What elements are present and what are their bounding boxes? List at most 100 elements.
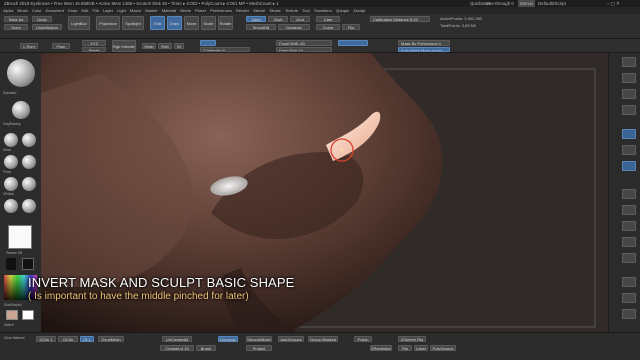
flip-bottom-button[interactable]: Flip	[398, 345, 412, 351]
inflate-brush-icon[interactable]	[22, 133, 36, 147]
scale-view-icon[interactable]	[622, 221, 636, 231]
transp-icon[interactable]	[622, 277, 636, 287]
smooth-brush-button[interactable]: SmoothB	[246, 24, 276, 30]
dclip-button[interactable]: DClip 1	[36, 336, 56, 342]
flip-button[interactable]: Flip	[342, 24, 360, 30]
calibration-distance-slider[interactable]: Calibration Distance 8.25	[370, 16, 430, 22]
creaselvl-slider[interactable]: CreaseLvl 15	[160, 345, 194, 351]
ghost-icon[interactable]	[622, 293, 636, 303]
undo-history-button[interactable]: UndoHistory	[32, 24, 62, 30]
menu-material[interactable]: Material	[162, 7, 176, 14]
autogroups-button[interactable]: AutoGroups	[278, 336, 304, 342]
lsym-button[interactable]: L.Sym	[20, 43, 38, 49]
project-button[interactable]: Project	[246, 345, 272, 351]
save-as-button[interactable]: Save As	[4, 16, 28, 22]
dynamesh-button[interactable]: DynaMesh	[98, 336, 124, 342]
menu-stencil[interactable]: Stencil	[253, 7, 265, 14]
texture-slot[interactable]	[8, 225, 32, 249]
claybuildup-brush-icon[interactable]	[12, 101, 30, 119]
menu-render[interactable]: Render	[236, 7, 249, 14]
lightbox-button[interactable]: LightBox	[68, 16, 90, 30]
menu-alpha[interactable]: Alpha	[3, 7, 13, 14]
menu-document[interactable]: Document	[46, 7, 64, 14]
zadd-toggle[interactable]	[200, 40, 216, 46]
menu-stroke[interactable]: Stroke	[269, 7, 281, 14]
xyz-button[interactable]: XYZ	[82, 40, 106, 46]
hpolish-brush-icon[interactable]	[4, 177, 18, 191]
move-mode-button[interactable]: Move	[184, 16, 199, 30]
menu-file[interactable]: File	[92, 7, 98, 14]
reset-button[interactable]: Reset	[82, 47, 106, 52]
zcut-button[interactable]: Zcut	[290, 16, 310, 22]
scroll-icon[interactable]	[622, 89, 636, 99]
polygroups-bottom-button[interactable]: PolyGroups	[430, 345, 456, 351]
mask-by-polygroups-toggle[interactable]	[338, 40, 368, 46]
projection-button[interactable]: Projection	[96, 16, 120, 30]
clear-material-label[interactable]: Clear Material	[4, 336, 25, 340]
mrgb-button[interactable]: Mrgb	[142, 43, 156, 49]
extra-brush-icon[interactable]	[22, 199, 36, 213]
spix-icon[interactable]	[622, 73, 636, 83]
brush-bottom-button[interactable]: Brush	[196, 345, 216, 351]
rgb-button[interactable]: Rgb	[158, 43, 172, 49]
move-brush-icon[interactable]	[4, 133, 18, 147]
stroke-slot[interactable]	[6, 258, 16, 270]
z-intensity-slider[interactable]: Z Intensity 8	[200, 47, 250, 52]
qclip-button[interactable]: QClip	[58, 336, 78, 342]
focal-shift-slider[interactable]: Focal Shift -50	[276, 40, 332, 46]
menu-edit[interactable]: Edit	[81, 7, 88, 14]
alpha-slot[interactable]	[22, 258, 34, 270]
secondary-color-swatch[interactable]	[22, 310, 34, 320]
menu-transform[interactable]: Transform	[314, 7, 332, 14]
uncreaseall-button[interactable]: UnCreaseAll	[162, 336, 192, 342]
edit-mode-button[interactable]: Edit	[150, 16, 165, 30]
menu-preferences[interactable]: Preferences	[210, 7, 232, 14]
rgb-intensity-slider[interactable]: Rgb Intensity 100	[112, 40, 136, 52]
perspective-icon[interactable]	[622, 129, 636, 139]
main-color-swatch[interactable]	[6, 310, 18, 320]
zsphere-rig-button[interactable]: ZSphere Rig	[398, 336, 426, 342]
zsub-button[interactable]: Zsub	[268, 16, 288, 22]
m-button[interactable]: M	[174, 43, 184, 49]
solo-icon[interactable]	[622, 309, 636, 319]
undo-button[interactable]: Undo	[32, 16, 52, 22]
layer-bottom-button[interactable]: Layer	[414, 345, 428, 351]
menus-button[interactable]: Menus	[518, 0, 536, 7]
menu-zplugin[interactable]: Zplugin	[336, 7, 349, 14]
scale-mode-button[interactable]: Scale	[201, 16, 216, 30]
menu-draw[interactable]: Draw	[68, 7, 77, 14]
draw-size-slider[interactable]: Draw Size 16	[276, 47, 332, 52]
pinch-brush-icon[interactable]	[4, 155, 18, 169]
default-zscript-button[interactable]: DefaultZScript	[538, 0, 566, 7]
menu-tool[interactable]: Tool	[302, 7, 309, 14]
menu-movie[interactable]: Movie	[180, 7, 191, 14]
polyframe-icon[interactable]	[622, 253, 636, 263]
smoothmesh-button[interactable]: SmoothMesh	[246, 336, 272, 342]
mask-by-polygroups-slider[interactable]: Mask By Polygroups 0	[398, 40, 450, 46]
switch-color-button[interactable]: Switch	[4, 323, 14, 327]
menu-zscript[interactable]: Zscript	[353, 7, 365, 14]
menu-picker[interactable]: Picker	[195, 7, 206, 14]
zoom-icon[interactable]	[622, 105, 636, 115]
menu-light[interactable]: Light	[117, 7, 126, 14]
window-controls[interactable]: – ▢ ✕	[607, 0, 620, 7]
auto-mask-mesh-insert-button[interactable]: Auto Mask Mesh Insert	[398, 47, 450, 52]
menu-color[interactable]: Color	[32, 7, 42, 14]
see-through-slider[interactable]: See-through 0	[486, 0, 514, 7]
spotlight-button[interactable]: Spotlight	[122, 16, 144, 30]
qt-button[interactable]: Qt 1	[80, 336, 94, 342]
draw-mode-button[interactable]: Draw	[167, 16, 182, 30]
menu-texture[interactable]: Texture	[285, 7, 298, 14]
zadd-button[interactable]: Zadd	[246, 16, 266, 22]
slash3-brush-icon[interactable]	[4, 199, 18, 213]
local-icon[interactable]	[622, 161, 636, 171]
zremesher-button[interactable]: ZRemesher	[370, 345, 392, 351]
move-view-icon[interactable]	[622, 205, 636, 215]
rotate-mode-button[interactable]: Rotate	[218, 16, 233, 30]
floor-button[interactable]: Floor	[52, 43, 70, 49]
menu-brush[interactable]: Brush	[17, 7, 27, 14]
floor-icon[interactable]	[622, 145, 636, 155]
group-masked-button[interactable]: Group Masked	[308, 336, 338, 342]
menu-layer[interactable]: Layer	[103, 7, 113, 14]
dynamic-bottom-button[interactable]: Dynamic	[218, 336, 238, 342]
